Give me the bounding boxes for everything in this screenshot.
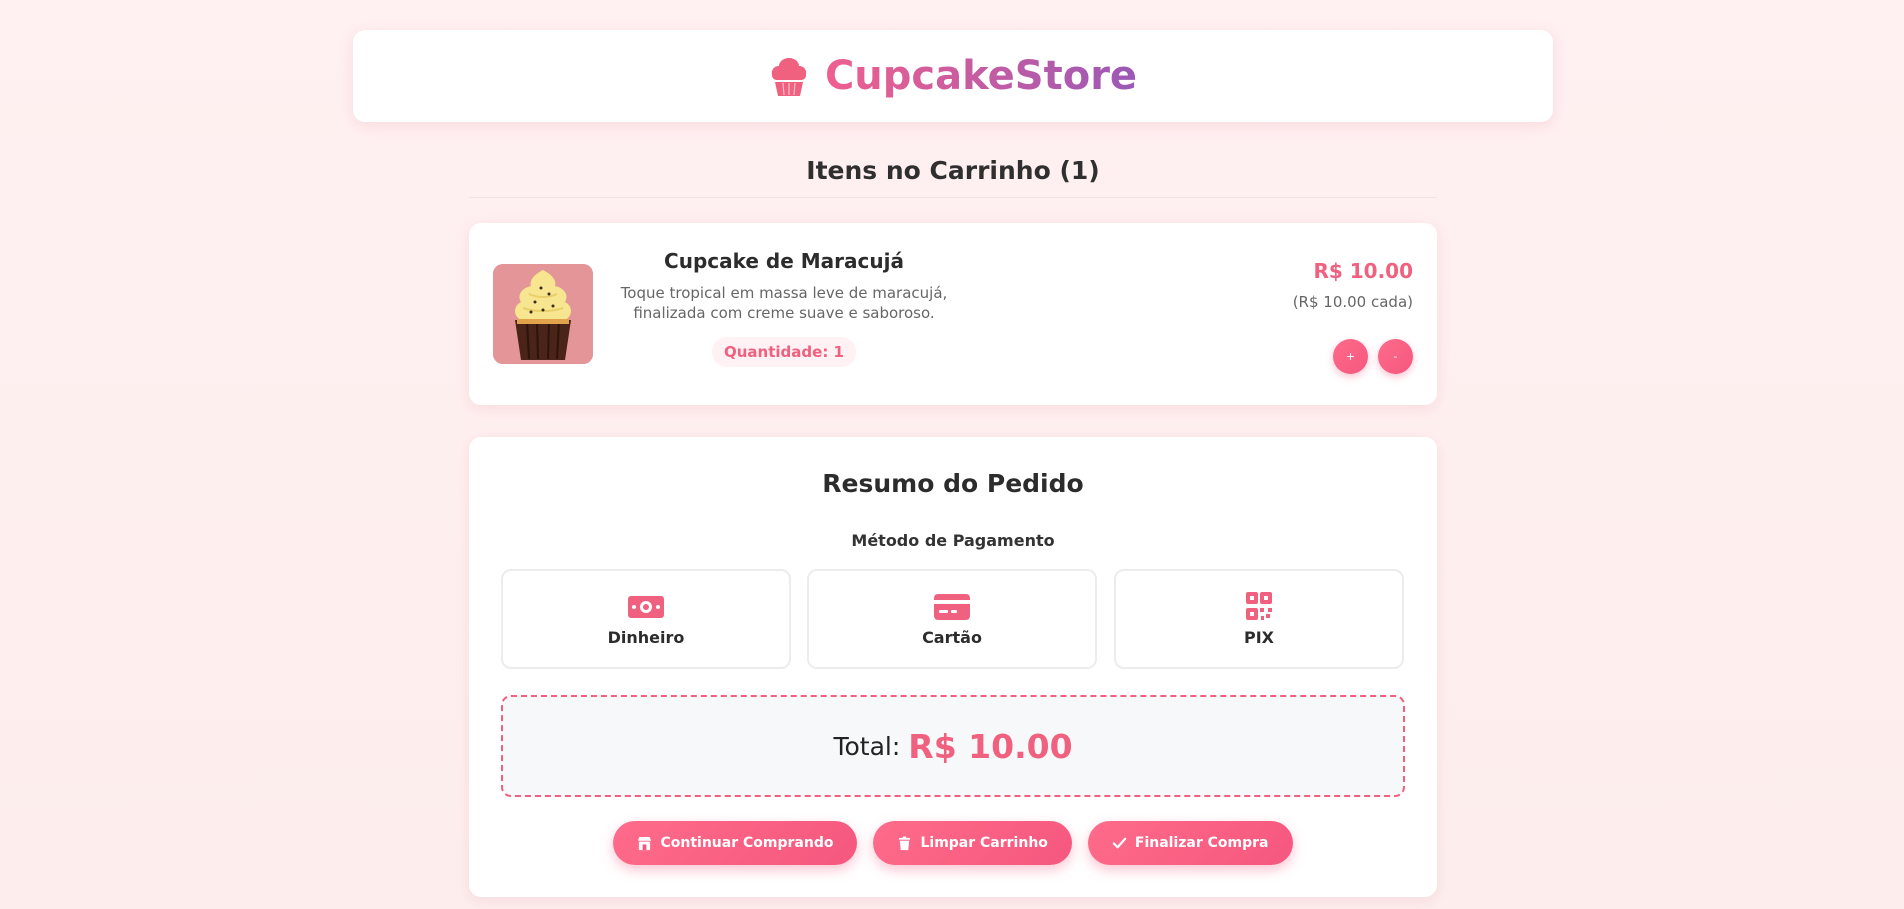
total-value: R$ 10.00 [908,726,1073,766]
store-header: CupcakeStore [353,30,1553,122]
item-price: R$ 10.00 [1313,259,1413,283]
clear-cart-label: Limpar Carrinho [920,835,1048,851]
payment-option-label: PIX [1243,627,1274,647]
checkout-label: Finalizar Compra [1134,835,1269,851]
qr-code-icon [1246,591,1272,620]
quantity-controls: + - [1333,339,1413,374]
cupcake-icon [771,58,807,96]
payment-option-card[interactable]: Cartão [807,569,1097,669]
payment-option-pix[interactable]: PIX [1114,569,1404,669]
credit-card-icon [934,593,970,620]
payment-option-label: Dinheiro [607,627,685,647]
brand-title[interactable]: CupcakeStore [825,53,1137,99]
item-price-block: R$ 10.00 (R$ 10.00 cada) [1293,259,1413,311]
increase-quantity-button[interactable]: + [1333,339,1368,374]
continue-shopping-label: Continuar Comprando [660,835,834,851]
item-unit-price: (R$ 10.00 cada) [1292,293,1413,311]
cart-item: Cupcake de Maracujá Toque tropical em ma… [469,223,1437,405]
trash-icon [899,835,911,850]
item-name: Cupcake de Maracujá [664,249,904,273]
total-box: Total: R$ 10.00 [501,695,1405,797]
item-description: Toque tropical em massa leve de maracujá… [620,284,948,322]
summary-title: Resumo do Pedido [822,469,1084,498]
total-label: Total: [833,731,901,761]
store-icon [638,836,652,850]
clear-cart-button[interactable]: Limpar Carrinho [873,821,1072,865]
continue-shopping-button[interactable]: Continuar Comprando [613,821,858,865]
payment-option-label: Cartão [922,627,982,647]
checkout-button[interactable]: Finalizar Compra [1087,821,1293,865]
check-icon [1112,837,1127,848]
action-buttons: Continuar Comprando Limpar Carrinho Fina… [469,821,1437,865]
payment-method-label: Método de Pagamento [851,531,1055,550]
payment-option-cash[interactable]: Dinheiro [501,569,791,669]
order-summary: Resumo do Pedido Método de Pagamento Din… [469,437,1437,897]
item-info: Cupcake de Maracujá Toque tropical em ma… [609,249,959,367]
money-icon [628,595,664,618]
cupcake-image [493,264,593,364]
cart-title: Itens no Carrinho (1) [469,152,1437,198]
quantity-badge: Quantidade: 1 [712,337,856,367]
decrease-quantity-button[interactable]: - [1378,339,1413,374]
